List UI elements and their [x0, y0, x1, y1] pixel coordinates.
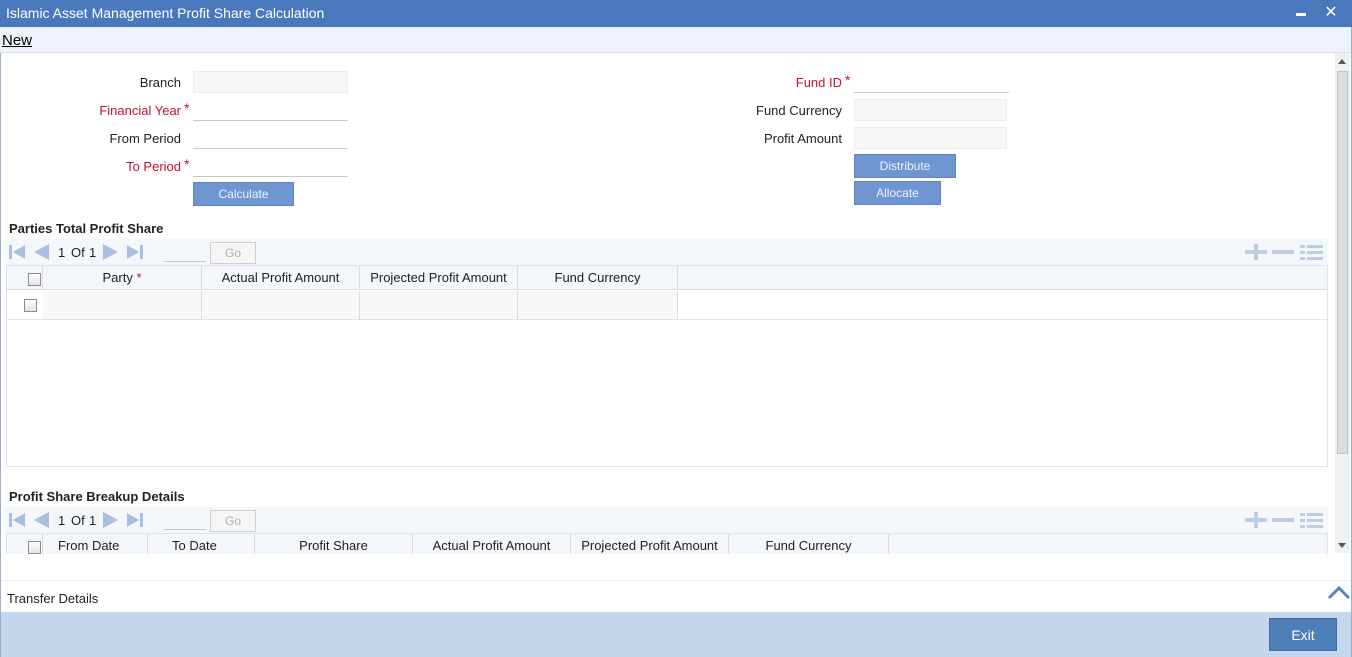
- party-required-marker: *: [136, 270, 142, 285]
- row-divider: [7, 319, 1327, 320]
- fund-currency-field[interactable]: [854, 99, 1007, 121]
- fund-currency-label: Fund Currency: [756, 103, 842, 118]
- pager-current: 1: [58, 513, 66, 528]
- actual-profit-amount-cell[interactable]: [202, 291, 360, 319]
- last-page-icon[interactable]: [126, 243, 144, 261]
- title-bar: Islamic Asset Management Profit Share Ca…: [0, 0, 1352, 27]
- single-view-icon[interactable]: [1299, 243, 1325, 261]
- financial-year-required-marker: *: [184, 100, 190, 116]
- fund-currency-cell[interactable]: [518, 291, 678, 319]
- exit-button[interactable]: Exit: [1269, 618, 1337, 651]
- scrollbar-thumb[interactable]: [1337, 71, 1348, 454]
- column-header-projected-profit-amount[interactable]: Projected Profit Amount: [571, 534, 729, 554]
- column-header-actual-profit-amount[interactable]: Actual Profit Amount: [413, 534, 571, 554]
- pager-of-label: Of: [71, 513, 85, 528]
- from-period-field[interactable]: [193, 127, 348, 149]
- breakup-grid: From Date To Date Profit Share Actual Pr…: [6, 533, 1328, 554]
- allocate-button[interactable]: Allocate: [854, 181, 941, 205]
- page-number-input[interactable]: [164, 244, 206, 262]
- vertical-scrollbar[interactable]: [1335, 53, 1350, 553]
- column-header-actual-profit-amount[interactable]: Actual Profit Amount: [202, 266, 360, 290]
- add-row-icon[interactable]: [1243, 511, 1269, 529]
- party-cell[interactable]: [43, 291, 202, 319]
- projected-profit-amount-cell[interactable]: [360, 291, 518, 319]
- parties-pager-toolbar: 1 Of 1 Go: [6, 239, 1328, 265]
- breakup-grid-header: From Date To Date Profit Share Actual Pr…: [7, 534, 1327, 554]
- go-button[interactable]: Go: [210, 510, 256, 532]
- financial-year-label: Financial Year: [99, 103, 181, 118]
- row-select-checkbox[interactable]: [24, 299, 37, 312]
- first-page-icon[interactable]: [8, 243, 26, 261]
- fund-id-label: Fund ID: [795, 75, 842, 90]
- column-header-to-date[interactable]: To Date: [148, 534, 255, 554]
- parties-grid-header: Party * Actual Profit Amount Projected P…: [7, 266, 1327, 290]
- scroll-down-icon[interactable]: [1338, 543, 1346, 548]
- scroll-up-icon[interactable]: [1338, 59, 1346, 64]
- close-icon[interactable]: ✕: [1321, 3, 1341, 23]
- delete-row-icon[interactable]: [1270, 511, 1296, 529]
- pager-total: 1: [89, 245, 97, 260]
- from-period-label: From Period: [109, 131, 181, 146]
- column-header-fund-currency[interactable]: Fund Currency: [518, 266, 678, 290]
- parties-grid: Party * Actual Profit Amount Projected P…: [6, 265, 1328, 467]
- chevron-up-icon[interactable]: [1327, 585, 1351, 601]
- first-page-icon[interactable]: [8, 511, 26, 529]
- fund-id-field[interactable]: [854, 71, 1009, 93]
- previous-page-icon[interactable]: [32, 511, 50, 529]
- column-header-party[interactable]: Party *: [43, 266, 202, 290]
- parties-section-title: Parties Total Profit Share: [9, 221, 164, 236]
- column-header-party-label: Party: [102, 270, 133, 285]
- column-header-projected-profit-amount[interactable]: Projected Profit Amount: [360, 266, 518, 290]
- window-title: Islamic Asset Management Profit Share Ca…: [6, 5, 325, 21]
- select-all-checkbox[interactable]: [28, 541, 41, 554]
- breakup-pager-toolbar: 1 Of 1 Go: [6, 507, 1328, 533]
- breakup-section-title: Profit Share Breakup Details: [9, 489, 185, 504]
- profit-amount-label: Profit Amount: [763, 131, 842, 146]
- menu-bar: New: [0, 27, 1352, 53]
- financial-year-field[interactable]: [193, 99, 348, 121]
- select-all-cell: [7, 266, 43, 290]
- next-page-icon[interactable]: [102, 243, 120, 261]
- previous-page-icon[interactable]: [32, 243, 50, 261]
- distribute-button[interactable]: Distribute: [854, 154, 956, 178]
- to-period-label: To Period: [126, 159, 181, 174]
- new-link[interactable]: New: [2, 32, 32, 49]
- to-period-required-marker: *: [184, 156, 190, 172]
- fund-id-required-marker: *: [845, 72, 851, 88]
- pager-of-label: Of: [71, 245, 85, 260]
- transfer-details-label[interactable]: Transfer Details: [7, 591, 98, 606]
- last-page-icon[interactable]: [126, 511, 144, 529]
- column-header-fund-currency[interactable]: Fund Currency: [729, 534, 889, 554]
- single-view-icon[interactable]: [1299, 511, 1325, 529]
- branch-label: Branch: [139, 75, 181, 90]
- add-row-icon[interactable]: [1243, 243, 1269, 261]
- table-row[interactable]: [7, 291, 1327, 319]
- column-header-from-date[interactable]: From Date: [43, 534, 148, 554]
- branch-field[interactable]: [193, 71, 348, 93]
- minimize-icon[interactable]: ▬: [1291, 4, 1311, 24]
- frame-border-left: [0, 53, 1, 657]
- pager-current: 1: [58, 245, 66, 260]
- delete-row-icon[interactable]: [1270, 243, 1296, 261]
- select-all-cell: [7, 534, 43, 554]
- to-period-field[interactable]: [193, 155, 348, 177]
- transfer-details-bar[interactable]: Transfer Details: [1, 580, 1351, 612]
- calculate-button[interactable]: Calculate: [193, 182, 294, 206]
- select-all-checkbox[interactable]: [28, 273, 41, 286]
- pager-total: 1: [89, 513, 97, 528]
- profit-amount-field[interactable]: [854, 127, 1007, 149]
- page-number-input[interactable]: [164, 512, 206, 530]
- next-page-icon[interactable]: [102, 511, 120, 529]
- go-button[interactable]: Go: [210, 242, 256, 264]
- footer-bar: Exit: [1, 612, 1351, 657]
- column-header-profit-share[interactable]: Profit Share: [255, 534, 413, 554]
